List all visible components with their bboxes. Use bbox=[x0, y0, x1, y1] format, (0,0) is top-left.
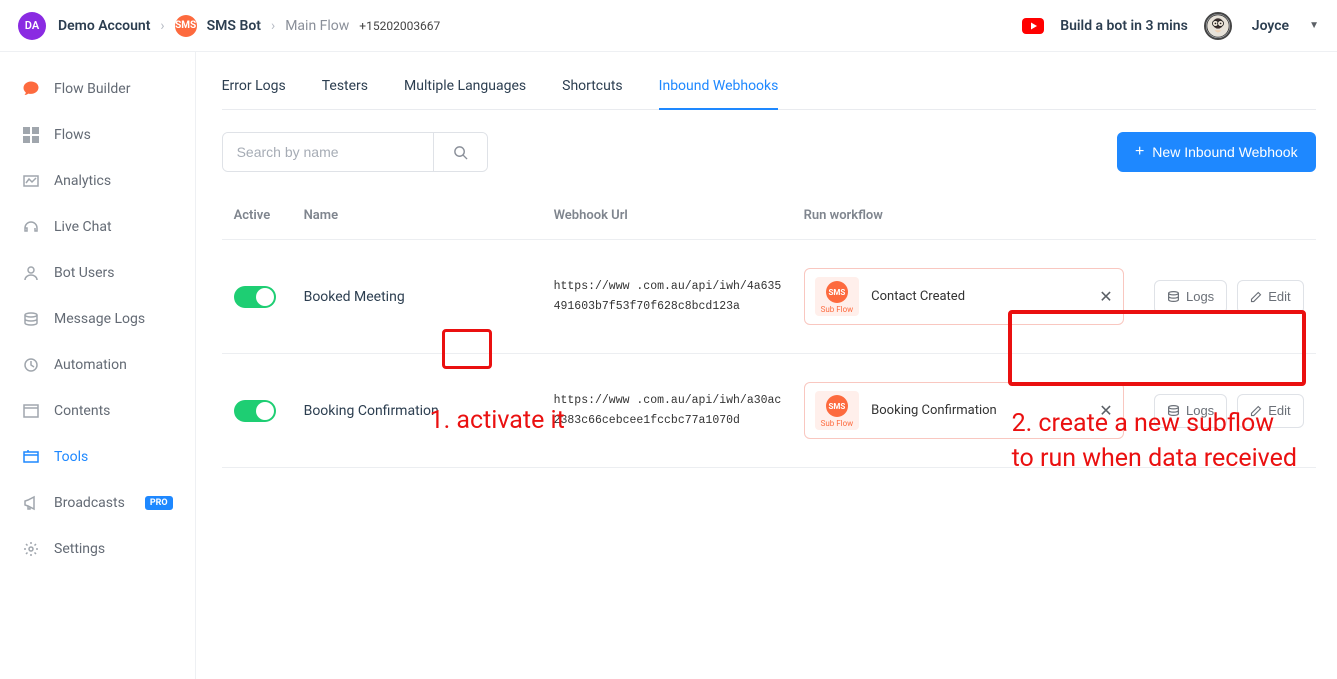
active-toggle[interactable] bbox=[234, 400, 276, 422]
build-bot-link[interactable]: Build a bot in 3 mins bbox=[1060, 18, 1188, 34]
sidebar-item-label: Tools bbox=[54, 449, 88, 465]
sidebar-item-bot-users[interactable]: Bot Users bbox=[0, 250, 195, 296]
gear-icon bbox=[22, 540, 40, 558]
phone-number: +15202003667 bbox=[359, 19, 440, 33]
automation-icon bbox=[22, 356, 40, 374]
edit-button[interactable]: Edit bbox=[1237, 280, 1303, 314]
col-header-active: Active bbox=[234, 208, 304, 223]
chart-icon bbox=[22, 172, 40, 190]
sidebar-item-tools[interactable]: Tools bbox=[0, 434, 195, 480]
sidebar-item-label: Broadcasts bbox=[54, 495, 125, 511]
annotation-text-1: 1. activate it bbox=[430, 406, 565, 435]
col-header-url: Webhook Url bbox=[554, 208, 804, 223]
headset-icon bbox=[22, 218, 40, 236]
table-row: Booked Meeting https://www .com.au/api/i… bbox=[222, 240, 1316, 354]
search-button[interactable] bbox=[433, 133, 487, 171]
tab-testers[interactable]: Testers bbox=[322, 66, 368, 110]
col-header-workflow: Run workflow bbox=[804, 208, 1124, 223]
sidebar-item-analytics[interactable]: Analytics bbox=[0, 158, 195, 204]
sidebar-item-flows[interactable]: Flows bbox=[0, 112, 195, 158]
chevron-down-icon: ▼ bbox=[1309, 20, 1319, 31]
new-inbound-webhook-button[interactable]: + New Inbound Webhook bbox=[1117, 132, 1316, 172]
col-header-name: Name bbox=[304, 208, 554, 223]
grid-icon bbox=[22, 126, 40, 144]
sidebar-item-broadcasts[interactable]: Broadcasts PRO bbox=[0, 480, 195, 526]
avatar[interactable] bbox=[1204, 12, 1232, 40]
webhook-url: https://www .com.au/api/iwh/a30ac2383c66… bbox=[554, 391, 804, 430]
sidebar-item-label: Flows bbox=[54, 127, 91, 143]
search-input[interactable] bbox=[223, 133, 433, 171]
workflow-chip[interactable]: SMS Sub Flow Contact Created ✕ bbox=[804, 268, 1124, 325]
sidebar-item-flow-builder[interactable]: Flow Builder bbox=[0, 66, 195, 112]
stack-icon bbox=[22, 310, 40, 328]
sms-icon: SMS bbox=[826, 395, 848, 417]
pro-badge: PRO bbox=[145, 496, 173, 510]
user-icon bbox=[22, 264, 40, 282]
sidebar-item-label: Automation bbox=[54, 357, 127, 373]
crumb-bot[interactable]: SMS Bot bbox=[207, 18, 261, 34]
sms-icon: SMS bbox=[175, 15, 197, 37]
tab-inbound-webhooks[interactable]: Inbound Webhooks bbox=[659, 66, 779, 110]
tools-icon bbox=[22, 448, 40, 466]
stack-icon bbox=[1167, 290, 1180, 303]
search-icon bbox=[453, 145, 468, 160]
pencil-icon bbox=[1250, 291, 1262, 303]
sidebar-item-label: Live Chat bbox=[54, 219, 112, 235]
active-toggle[interactable] bbox=[234, 286, 276, 308]
crumb-flow[interactable]: Main Flow bbox=[285, 18, 349, 34]
sidebar-item-automation[interactable]: Automation bbox=[0, 342, 195, 388]
plus-icon: + bbox=[1135, 144, 1144, 160]
tab-shortcuts[interactable]: Shortcuts bbox=[562, 66, 623, 110]
sidebar-item-live-chat[interactable]: Live Chat bbox=[0, 204, 195, 250]
sidebar-item-label: Flow Builder bbox=[54, 81, 130, 97]
crumb-account[interactable]: Demo Account bbox=[58, 18, 150, 34]
sms-icon: SMS bbox=[826, 281, 848, 303]
sidebar-item-label: Settings bbox=[54, 541, 105, 557]
sidebar-item-contents[interactable]: Contents bbox=[0, 388, 195, 434]
new-button-label: New Inbound Webhook bbox=[1152, 144, 1297, 160]
workflow-name: Contact Created bbox=[871, 289, 1087, 304]
account-badge[interactable]: DA bbox=[18, 12, 46, 40]
webhook-name: Booked Meeting bbox=[304, 289, 554, 305]
webhook-url: https://www .com.au/api/iwh/4a635491603b… bbox=[554, 277, 804, 316]
subflow-label: Sub Flow bbox=[821, 419, 854, 428]
close-icon[interactable]: ✕ bbox=[1099, 287, 1112, 306]
sidebar-item-label: Contents bbox=[54, 403, 110, 419]
tab-error-logs[interactable]: Error Logs bbox=[222, 66, 286, 110]
logs-button[interactable]: Logs bbox=[1154, 280, 1227, 314]
sidebar-item-label: Bot Users bbox=[54, 265, 114, 281]
tab-languages[interactable]: Multiple Languages bbox=[404, 66, 526, 110]
sidebar-item-message-logs[interactable]: Message Logs bbox=[0, 296, 195, 342]
window-icon bbox=[22, 402, 40, 420]
breadcrumb: Demo Account › SMS SMS Bot › Main Flow +… bbox=[58, 15, 440, 37]
subflow-label: Sub Flow bbox=[821, 305, 854, 314]
chevron-right-icon: › bbox=[160, 18, 164, 34]
sidebar-item-label: Message Logs bbox=[54, 311, 145, 327]
annotation-text-2: 2. create a new subflow to run when data… bbox=[1012, 406, 1297, 476]
youtube-icon[interactable] bbox=[1022, 18, 1044, 34]
user-menu[interactable]: Joyce bbox=[1252, 18, 1289, 34]
sidebar-item-label: Analytics bbox=[54, 173, 111, 189]
chat-bubble-icon bbox=[22, 80, 40, 98]
megaphone-icon bbox=[22, 494, 40, 512]
chevron-right-icon: › bbox=[271, 18, 275, 34]
sidebar-item-settings[interactable]: Settings bbox=[0, 526, 195, 572]
